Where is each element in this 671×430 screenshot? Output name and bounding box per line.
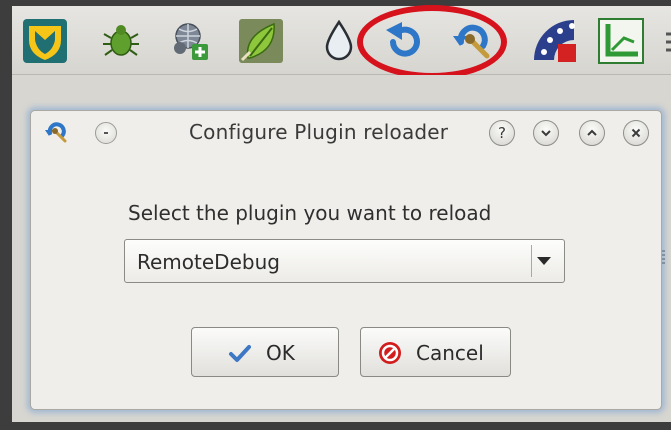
configure-plugin-reloader-dialog: Configure Plugin reloader ? Select the p… [30,110,662,410]
selected-plugin-value: RemoteDebug [137,250,280,274]
dropdown-arrow-icon[interactable] [537,257,551,265]
bug-icon[interactable] [96,16,146,66]
leaf-brush-icon[interactable] [236,16,286,66]
highlight-circle [357,5,507,79]
minimize-button[interactable] [533,120,559,146]
checkmark-icon [229,345,251,362]
window-menu-button[interactable] [95,122,117,144]
help-icon: ? [498,124,506,142]
close-icon [631,128,641,138]
cancel-button-label: Cancel [416,341,484,365]
dialog-titlebar[interactable]: Configure Plugin reloader ? [31,111,661,153]
close-button[interactable] [623,120,649,146]
plugin-reloader-icon [43,119,71,147]
plugin-select-dropdown[interactable]: RemoteDebug [124,239,565,283]
cancel-button[interactable]: Cancel [360,327,511,377]
ok-button-label: OK [266,341,295,365]
dropdown-separator [531,245,532,277]
maximize-button[interactable] [579,120,605,146]
plugin-select-label: Select the plugin you want to reload [128,201,492,225]
chevron-up-icon [587,129,597,136]
dialog-title: Configure Plugin reloader [189,120,449,144]
color-wheel-icon[interactable] [530,16,580,66]
window-frame-left [0,0,12,430]
ok-button[interactable]: OK [191,327,339,377]
window-frame-bottom [0,422,671,430]
chevron-down-icon [541,130,551,137]
globe-settings-add-icon[interactable] [166,16,216,66]
green-chart-icon[interactable] [596,16,646,66]
partial-toolbar-icon[interactable] [662,16,671,66]
cancel-icon [379,342,401,364]
help-button[interactable]: ? [489,120,515,146]
plugins-toolbar [12,6,671,75]
plugin-shield-icon[interactable] [20,16,70,66]
